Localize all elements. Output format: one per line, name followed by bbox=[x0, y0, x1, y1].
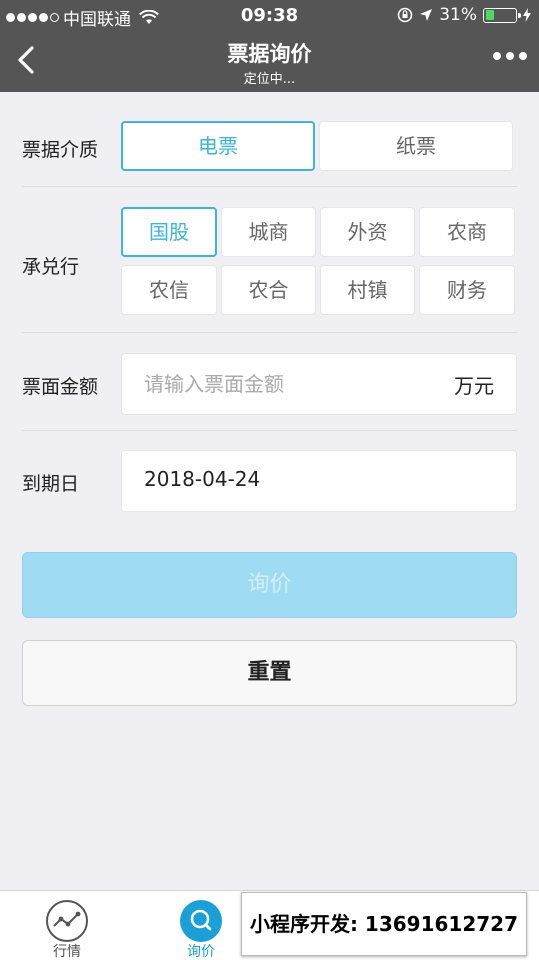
bank-option-chengshang[interactable]: 城商 bbox=[221, 207, 316, 257]
amount-label: 票面金额 bbox=[22, 376, 99, 398]
reset-button[interactable]: 重置 bbox=[22, 640, 517, 706]
amount-input[interactable] bbox=[144, 354, 424, 414]
contact-overlay: 小程序开发: 13691612727 bbox=[241, 892, 527, 956]
location-arrow-icon bbox=[420, 9, 433, 21]
tab-market-label: 行情 bbox=[53, 944, 81, 960]
due-date-field[interactable]: 2018-04-24 bbox=[121, 450, 517, 512]
due-date-label: 到期日 bbox=[22, 473, 80, 495]
bank-option-caiwu[interactable]: 财务 bbox=[419, 265, 515, 315]
amount-unit: 万元 bbox=[454, 374, 494, 398]
query-button[interactable]: 询价 bbox=[22, 552, 517, 618]
medium-option-electronic[interactable]: 电票 bbox=[121, 121, 315, 171]
amount-field: 万元 bbox=[121, 353, 517, 415]
bank-label: 承兑行 bbox=[22, 256, 80, 278]
tab-market[interactable]: 行情 bbox=[0, 891, 134, 960]
medium-option-paper[interactable]: 纸票 bbox=[319, 121, 513, 171]
divider bbox=[22, 186, 517, 187]
medium-label: 票据介质 bbox=[22, 139, 99, 161]
due-date-value: 2018-04-24 bbox=[144, 467, 261, 491]
bank-option-cunzhen[interactable]: 村镇 bbox=[320, 265, 415, 315]
bank-option-nongshang[interactable]: 农商 bbox=[419, 207, 515, 257]
more-menu-icon[interactable] bbox=[493, 52, 527, 60]
status-right: 31% bbox=[397, 5, 531, 25]
status-bar: 中国联通 09:38 31% bbox=[0, 0, 539, 30]
bank-option-waizi[interactable]: 外资 bbox=[320, 207, 415, 257]
search-icon bbox=[180, 900, 222, 942]
bank-option-nonghe[interactable]: 农合 bbox=[221, 265, 316, 315]
battery-percent: 31% bbox=[439, 5, 477, 25]
location-status: 定位中... bbox=[243, 72, 296, 87]
battery-icon bbox=[483, 7, 521, 23]
rotation-lock-icon bbox=[397, 7, 413, 23]
bank-option-guogu[interactable]: 国股 bbox=[121, 207, 217, 257]
bank-option-nongxin[interactable]: 农信 bbox=[121, 265, 217, 315]
trend-chart-icon bbox=[46, 900, 88, 942]
nav-bar: 票据询价 定位中... bbox=[0, 30, 539, 92]
page-title: 票据询价 bbox=[227, 42, 312, 66]
charging-icon bbox=[523, 8, 531, 22]
divider bbox=[22, 332, 517, 333]
divider bbox=[22, 430, 517, 431]
